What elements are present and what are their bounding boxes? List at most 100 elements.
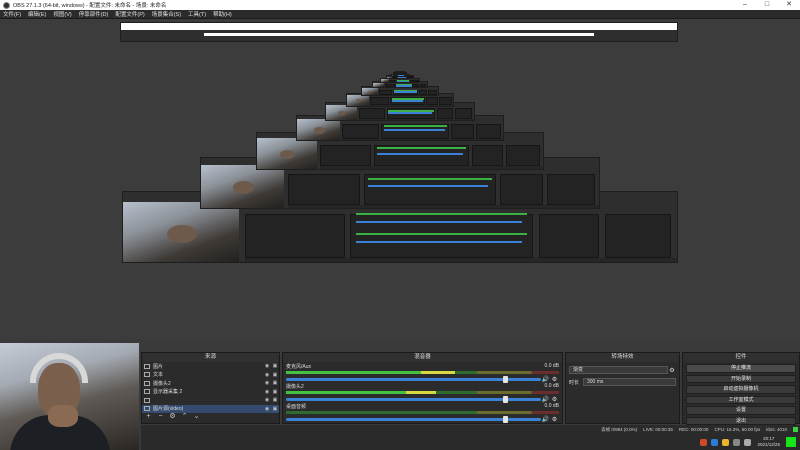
stop-streaming-button[interactable]: 停止推流 [686,364,796,373]
channel-db: 0.0 dB [544,383,559,389]
visibility-eye-icon[interactable]: ◉ [263,380,271,386]
channel-name: 麦克风/Aux [286,364,312,370]
sources-toolbar: + − ⚙ ⌃ ⌄ [144,413,204,421]
scene-transitions-dock: 转场特效 渐变 ⚙ 时长 300 ms [565,352,680,424]
menu-edit[interactable]: 编辑(E) [28,10,46,18]
transition-select-row: 渐变 ⚙ [569,366,676,374]
channel-db: 0.0 dB [544,403,559,409]
move-up-icon[interactable]: ⌃ [180,413,189,421]
source-item[interactable]: 显示器采集 2 ◉ ▣ [142,388,279,397]
meter-level [286,371,456,374]
app-tray-icon[interactable] [700,438,708,446]
audio-icon [144,397,150,403]
meter-level [286,391,437,394]
channel-name: 桌面音频 [286,404,307,410]
start-recording-button[interactable]: 开始录制 [686,374,796,383]
speaker-icon[interactable]: 🔊 [541,416,550,423]
source-item[interactable]: 摄像头2 ◉ ▣ [142,379,279,388]
menu-bar: 文件(F) 编辑(E) 视图(V) 停靠部件(D) 配置文件(P) 场景集合(S… [0,10,800,19]
close-button[interactable]: ✕ [778,0,800,10]
window-title: OBS 27.1.3 (64-bit, windows) - 配置文件: 未命名… [13,3,167,9]
source-item[interactable]: 文本 ◉ ▣ [142,371,279,380]
volume-fader[interactable] [286,376,541,383]
volume-meter [286,391,559,394]
source-label: 摄像头2 [153,380,171,387]
status-bar: 丢帧 0/984 (0.0%) LIVE: 00:00:35 REC: 00:0… [141,425,800,434]
minimize-button[interactable]: – [734,0,756,10]
source-label: 显示器采集 2 [153,389,183,396]
folder-tray-icon[interactable] [722,438,730,446]
visibility-eye-icon[interactable]: ◉ [263,397,271,403]
duration-row: 时长 300 ms [569,378,676,386]
exit-button[interactable]: 退出 [686,416,796,425]
network-tray-icon[interactable] [733,438,741,446]
move-down-icon[interactable]: ⌄ [192,413,201,421]
source-item[interactable]: 图片源(video) ◉ ▣ [142,404,279,413]
mixer-channel: 麦克风/Aux 0.0 dB 🔊 ⚙ [283,362,562,383]
lock-icon[interactable]: ▣ [271,389,279,395]
source-label: 文本 [153,372,164,379]
duration-input[interactable]: 300 ms [583,378,676,386]
sources-dock: 来源 图片 ◉ ▣ 文本 ◉ ▣ 摄像头2 ◉ ▣ 显示器采集 2 ◉ ▣ ◉ ▣ 图片源(video) ◉ ▣… [141,352,280,424]
menu-file[interactable]: 文件(F) [3,10,21,18]
controls-dock: 控件 停止推流 开始录制 启动虚拟摄像机 工作室模式 设置 退出 [682,352,800,425]
image-icon [144,363,150,369]
rec-timer: REC: 00:00:00 [678,427,709,432]
transition-select[interactable]: 渐变 [569,366,668,374]
lock-icon[interactable]: ▣ [271,406,279,412]
menu-profile[interactable]: 配置文件(P) [115,10,144,18]
fader-thumb[interactable] [503,416,509,423]
person-hand-shape [48,405,78,427]
mixer-channel-list: 麦克风/Aux 0.0 dB 🔊 ⚙ 摄像头2 0.0 dB 🔊 ⚙ 桌面音频 0.0 dB 🔊 ⚙ [283,362,562,423]
source-item[interactable]: ◉ ▣ [142,396,279,405]
visibility-eye-icon[interactable]: ◉ [263,363,271,369]
shield-tray-icon[interactable] [711,438,719,446]
camera-icon [144,380,150,386]
source-item[interactable]: 图片 ◉ ▣ [142,362,279,371]
notification-icon[interactable] [786,437,796,447]
duration-label: 时长 [569,379,580,386]
maximize-button[interactable]: □ [756,0,778,10]
bitrate: kb/s: 4010 [766,427,787,432]
start-virtual-camera-button[interactable]: 启动虚拟摄像机 [686,385,796,394]
volume-fader[interactable] [286,416,541,423]
mixer-dock-title: 混音器 [283,353,562,362]
add-icon[interactable]: + [144,413,153,421]
visibility-eye-icon[interactable]: ◉ [263,372,271,378]
menu-docks[interactable]: 停靠部件(D) [79,10,109,18]
mixer-channel: 桌面音频 0.0 dB 🔊 ⚙ [283,402,562,423]
transitions-dock-title: 转场特效 [566,353,679,362]
volume-fader[interactable] [286,396,541,403]
remove-icon[interactable]: − [156,413,165,421]
lock-icon[interactable]: ▣ [271,380,279,386]
gear-icon[interactable]: ⚙ [168,413,177,421]
cpu-usage: CPU: 15.3%, 60.00 fps [714,427,761,432]
lock-icon[interactable]: ▣ [271,397,279,403]
menu-help[interactable]: 帮助(H) [213,10,232,18]
source-label: 图片源(video) [153,406,184,413]
source-list: 图片 ◉ ▣ 文本 ◉ ▣ 摄像头2 ◉ ▣ 显示器采集 2 ◉ ▣ ◉ ▣ 图片源(video) ◉ ▣ [142,362,279,413]
clock-date: 2021/12/25 [757,442,780,447]
visibility-eye-icon[interactable]: ◉ [263,406,271,412]
connection-status-icon [793,427,798,432]
gear-icon[interactable]: ⚙ [550,416,559,423]
lock-icon[interactable]: ▣ [271,363,279,369]
system-clock[interactable]: 20:17 2021/12/25 [757,436,780,448]
mixer-channel: 摄像头2 0.0 dB 🔊 ⚙ [283,382,562,403]
nested-window-titlebar [120,22,678,42]
menu-view[interactable]: 视图(V) [53,10,71,18]
menu-scene-collection[interactable]: 场景集合(S) [152,10,181,18]
lock-icon[interactable]: ▣ [271,372,279,378]
live-timer: LIVE: 00:00:35 [643,427,673,432]
monitor-icon [144,389,150,395]
sources-dock-title: 来源 [142,353,279,362]
studio-mode-button[interactable]: 工作室模式 [686,395,796,404]
volume-tray-icon[interactable] [744,438,752,446]
visibility-eye-icon[interactable]: ◉ [263,389,271,395]
source-label: 图片 [153,363,164,370]
system-taskbar: 20:17 2021/12/25 [141,434,800,450]
gear-icon[interactable]: ⚙ [668,367,676,374]
menu-tools[interactable]: 工具(T) [188,10,206,18]
settings-button[interactable]: 设置 [686,406,796,415]
program-preview[interactable] [0,19,800,339]
